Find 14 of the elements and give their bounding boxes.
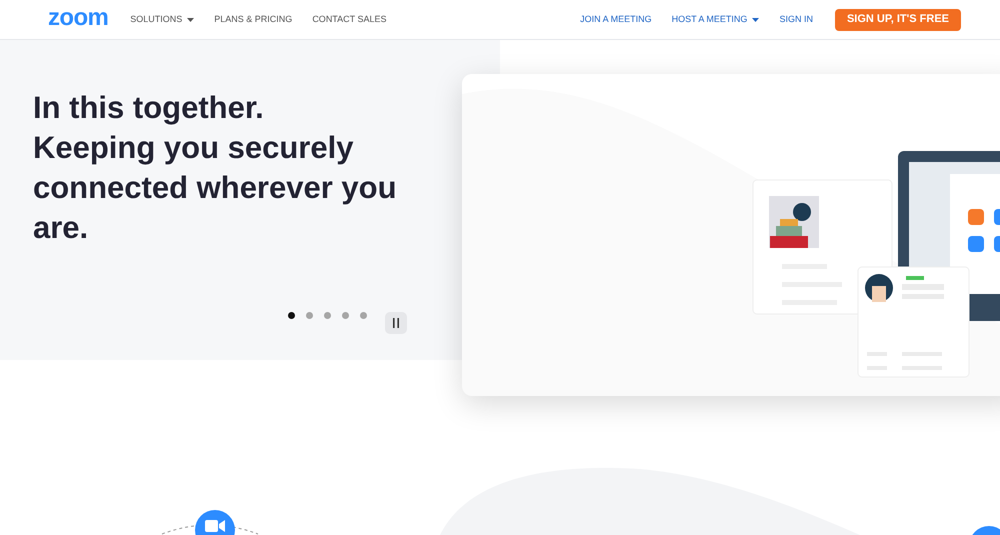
dropdown-menu-link[interactable]: SOLUTIONS xyxy=(130,12,194,26)
pause-button[interactable] xyxy=(385,312,407,334)
nav-link[interactable]: PLANS & PRICING xyxy=(214,12,292,26)
caret-icon xyxy=(187,18,194,22)
nav-link[interactable]: CONTACT SALES xyxy=(312,12,386,26)
nav-link[interactable]: SIGN IN xyxy=(779,12,813,26)
dropdown-menu-link[interactable]: HOST A MEETING xyxy=(672,12,760,26)
nav-link[interactable]: JOIN A MEETING xyxy=(580,12,652,26)
hero-headline: Keeping you securely connected wherever you are. xyxy=(33,129,398,247)
caret-icon xyxy=(752,18,760,22)
sign-up-button[interactable]: SIGN UP, IT'S FREE xyxy=(834,8,961,30)
hero-headline: In this together. xyxy=(33,89,265,127)
pause-icon xyxy=(392,318,400,328)
zoom-logo[interactable]: zoom xyxy=(48,6,108,30)
